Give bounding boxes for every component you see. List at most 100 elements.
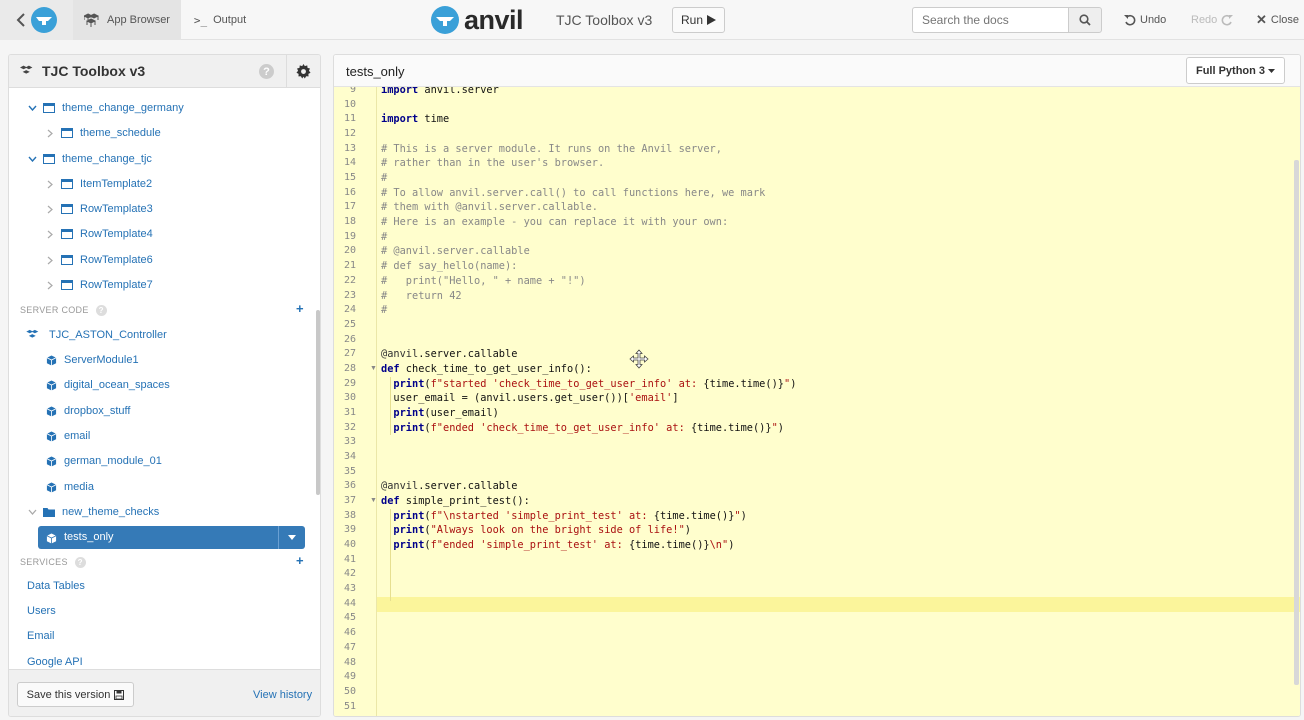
- server-module-item[interactable]: digital_ocean_spaces: [46, 374, 170, 396]
- code-line: import anvil.server: [381, 87, 499, 96]
- cube-icon: [46, 379, 57, 391]
- server-module-item[interactable]: dropbox_stuff: [46, 400, 130, 422]
- back-to-apps-button[interactable]: [0, 0, 73, 40]
- code-area[interactable]: 9 10 11 12 13 14 15 16 17 18 19 20 21 22 23 24 25 26 27 28 ▼…: [334, 87, 1300, 716]
- python-version-dropdown[interactable]: Full Python 3: [1186, 57, 1285, 84]
- floppy-disk-icon: [114, 689, 125, 700]
- fold-toggle-icon[interactable]: ▼: [370, 365, 377, 372]
- app-tree: theme_change_germany theme_schedule them…: [9, 88, 320, 670]
- app-browser-tab[interactable]: App Browser: [73, 0, 181, 40]
- tree-item-label: theme_schedule: [80, 127, 161, 139]
- tree-item[interactable]: theme_change_germany: [27, 97, 184, 119]
- code-line: # rather than in the user's browser.: [381, 157, 605, 170]
- line-number: 34: [343, 451, 356, 462]
- anvil-logo-icon: [30, 7, 57, 33]
- top-bar: App Browser >_ Output anvil TJC Toolbox …: [0, 0, 1304, 40]
- fold-toggle-icon[interactable]: ▼: [370, 497, 377, 504]
- app-browser-panel: TJC Toolbox v3 ? theme_change_germany th…: [8, 54, 321, 717]
- help-icon[interactable]: ?: [74, 556, 86, 568]
- add-server-module-button[interactable]: +: [296, 301, 304, 316]
- close-button[interactable]: ✕ Close: [1256, 0, 1299, 40]
- line-number: 42: [343, 568, 356, 580]
- help-icon[interactable]: ?: [95, 304, 107, 316]
- tree-item[interactable]: RowTemplate6: [45, 249, 153, 271]
- line-number: 46: [343, 627, 356, 639]
- code-line: print("Always look on the bright side of…: [393, 524, 691, 537]
- editor-header: tests_only Full Python 3: [334, 55, 1300, 87]
- folder-label: new_theme_checks: [62, 506, 160, 518]
- tree-item[interactable]: RowTemplate3: [45, 198, 153, 220]
- undo-label: Undo: [1140, 14, 1167, 26]
- output-tab[interactable]: >_ Output: [181, 0, 259, 40]
- code-line: print(f"ended 'simple_print_test' at: {t…: [393, 539, 735, 552]
- code-line: # This is a server module. It runs on th…: [381, 142, 722, 155]
- play-icon: [707, 15, 716, 25]
- close-icon: ✕: [1256, 12, 1267, 27]
- line-number: 22: [343, 274, 356, 286]
- line-number: 35: [343, 465, 356, 477]
- tree-item[interactable]: RowTemplate7: [45, 274, 153, 296]
- undo-button[interactable]: Undo: [1124, 0, 1166, 40]
- line-number: 37: [343, 495, 356, 507]
- line-number: 40: [343, 539, 356, 551]
- line-number: 48: [343, 656, 356, 668]
- line-number: 14: [343, 157, 356, 169]
- chevron-right-icon: [45, 281, 55, 290]
- code-line: def check_time_to_get_user_info():: [381, 362, 592, 375]
- tree-item-label: RowTemplate4: [80, 228, 153, 240]
- form-icon: [61, 229, 73, 239]
- run-button[interactable]: Run: [672, 7, 725, 33]
- run-label: Run: [680, 13, 703, 27]
- service-data-tables[interactable]: Data Tables: [27, 580, 85, 592]
- components-icon: [20, 65, 33, 74]
- tree-item[interactable]: RowTemplate4: [45, 223, 153, 245]
- form-icon: [43, 154, 55, 164]
- form-icon: [43, 103, 55, 113]
- code-line: print(user_email): [393, 406, 499, 419]
- tree-item-label: RowTemplate3: [80, 203, 153, 215]
- code-line: import time: [381, 113, 450, 126]
- redo-label: Redo: [1191, 14, 1218, 26]
- line-number: 10: [343, 98, 356, 110]
- tree-item[interactable]: ItemTemplate2: [45, 173, 152, 195]
- service-email[interactable]: Email: [27, 630, 55, 642]
- line-number: 25: [343, 318, 356, 330]
- settings-button[interactable]: [286, 55, 320, 88]
- redo-icon: [1221, 14, 1234, 26]
- form-icon: [61, 280, 73, 290]
- server-module-item[interactable]: media: [46, 476, 94, 498]
- cube-icon: [46, 405, 57, 417]
- line-number: 32: [343, 421, 356, 433]
- server-module-item[interactable]: german_module_01: [46, 450, 162, 472]
- components-icon: [26, 329, 42, 341]
- sidebar-scrollbar[interactable]: [316, 310, 320, 495]
- module-options-dropdown[interactable]: [278, 526, 305, 549]
- tree-item[interactable]: theme_schedule: [45, 122, 161, 144]
- app-title: TJC Toolbox v3: [556, 12, 653, 28]
- line-number: 43: [343, 583, 356, 595]
- help-icon[interactable]: ?: [259, 64, 274, 79]
- view-history-link[interactable]: View history: [253, 689, 312, 701]
- search-button[interactable]: [1068, 7, 1102, 33]
- code-line: # them with @anvil.server.callable.: [381, 201, 598, 214]
- search-input[interactable]: [912, 7, 1068, 33]
- server-module-item[interactable]: email: [46, 425, 90, 447]
- code-editor-panel: tests_only Full Python 3 9 10 11 12 13 14 15 16…: [333, 54, 1301, 717]
- chevron-down-icon: [27, 105, 37, 111]
- server-module-item[interactable]: ServerModule1: [46, 349, 139, 371]
- redo-button[interactable]: Redo: [1191, 0, 1234, 40]
- cube-icon: [46, 481, 57, 493]
- folder-icon: [43, 507, 55, 517]
- tree-item[interactable]: theme_change_tjc: [27, 148, 152, 170]
- move-cursor-icon: [629, 349, 649, 369]
- service-users[interactable]: Users: [27, 605, 56, 617]
- server-root-item[interactable]: TJC_ASTON_Controller: [26, 324, 167, 346]
- line-number: 9: [349, 87, 356, 95]
- add-service-button[interactable]: +: [296, 553, 304, 568]
- editor-scrollbar[interactable]: [1294, 160, 1299, 685]
- folder-item[interactable]: new_theme_checks: [27, 501, 159, 523]
- save-version-button[interactable]: Save this version: [17, 682, 134, 707]
- service-google-api[interactable]: Google API: [27, 656, 83, 668]
- selected-module-tests-only[interactable]: tests_only: [38, 526, 305, 549]
- output-label: Output: [213, 14, 247, 26]
